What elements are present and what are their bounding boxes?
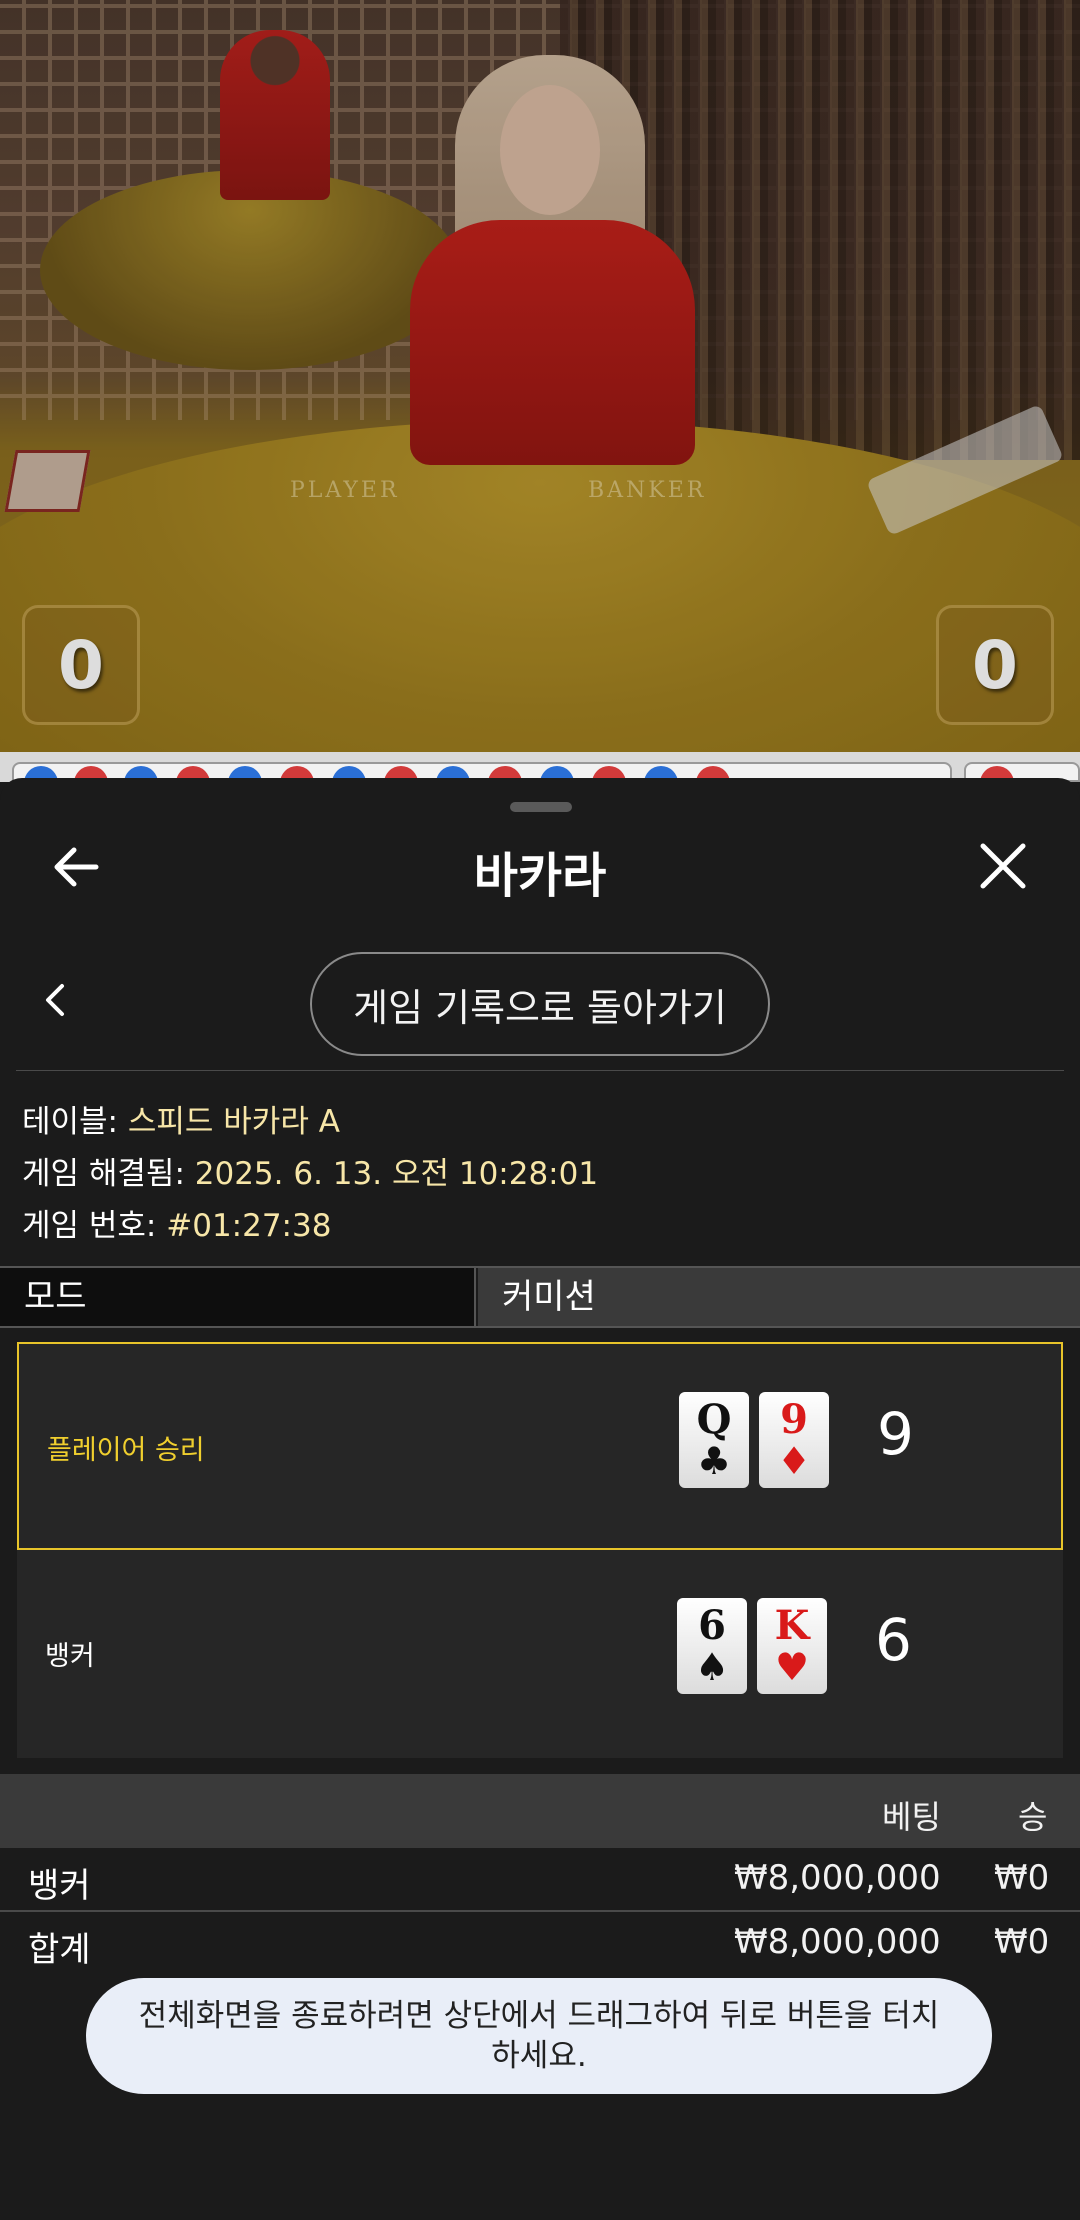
live-video: PLAYER BANKER 0 0 xyxy=(0,0,1080,752)
card-suit-icon: ♦ xyxy=(776,1438,812,1483)
total-win-amount: ₩0 xyxy=(994,1922,1050,1962)
player-score: 0 xyxy=(22,605,140,725)
info-resolved: 게임 해결됨: 2025. 6. 13. 오전 10:28:01 xyxy=(22,1148,598,1193)
playing-card: Q ♣ xyxy=(679,1392,749,1488)
back-to-history-button[interactable]: 게임 기록으로 돌아가기 xyxy=(310,952,770,1056)
card-suit-icon: ♣ xyxy=(696,1438,732,1483)
info-table-label: 테이블: xyxy=(22,1104,119,1140)
banker-score: 0 xyxy=(936,605,1054,725)
bet-amount: ₩8,000,000 xyxy=(734,1858,941,1898)
card-rank: K xyxy=(774,1602,810,1649)
total-bet-amount: ₩8,000,000 xyxy=(734,1922,941,1962)
hand-total: 9 xyxy=(877,1400,914,1468)
header-win: 승 xyxy=(1018,1798,1048,1836)
total-label: 합계 xyxy=(28,1930,91,1970)
info-table-value: 스피드 바카라 A xyxy=(127,1104,340,1140)
playing-card: 6 ♠ xyxy=(677,1598,747,1694)
win-amount: ₩0 xyxy=(994,1858,1050,1898)
result-label: 플레이어 승리 xyxy=(47,1435,205,1466)
card-group: Q ♣ 9 ♦ xyxy=(679,1392,829,1488)
result-label: 뱅커 xyxy=(45,1641,95,1672)
previous-button[interactable] xyxy=(34,978,78,1022)
playing-card: K ♥ xyxy=(757,1598,827,1694)
sheet-title: 바카라 xyxy=(473,848,607,904)
drag-handle[interactable] xyxy=(510,802,572,812)
card-rank: 9 xyxy=(780,1396,808,1443)
card-group: 6 ♠ K ♥ xyxy=(677,1598,827,1694)
card-rank: Q xyxy=(696,1396,732,1443)
table-row: 뱅커 ₩8,000,000 ₩0 xyxy=(0,1848,1080,1910)
result-banker: 뱅커 6 ♠ K ♥ 6 xyxy=(17,1550,1063,1758)
close-button[interactable] xyxy=(975,838,1031,894)
history-sheet: 바카라 게임 기록으로 돌아가기 테이블: 스피드 바카라 A 게임 해결됨: … xyxy=(0,778,1080,2220)
bets-table-header: 베팅 승 xyxy=(0,1774,1080,1848)
info-game-number: 게임 번호: #01:27:38 xyxy=(22,1200,331,1245)
close-icon xyxy=(980,843,1026,889)
table-total-row: 합계 ₩8,000,000 ₩0 xyxy=(0,1912,1080,1974)
fullscreen-toast: 전체화면을 종료하려면 상단에서 드래그하여 뒤로 버튼을 터치하세요. xyxy=(86,1978,992,2094)
result-player: 플레이어 승리 Q ♣ 9 ♦ 9 xyxy=(17,1342,1063,1550)
card-suit-icon: ♠ xyxy=(694,1644,730,1689)
header-bet: 베팅 xyxy=(882,1798,941,1836)
card-rank: 6 xyxy=(698,1602,726,1649)
info-game-number-value: #01:27:38 xyxy=(166,1208,332,1244)
mode-value: 커미션 xyxy=(478,1268,1080,1326)
bet-name: 뱅커 xyxy=(28,1866,91,1906)
hand-total: 6 xyxy=(875,1606,912,1674)
info-table: 테이블: 스피드 바카라 A xyxy=(22,1096,340,1141)
info-game-number-label: 게임 번호: xyxy=(22,1208,157,1244)
divider xyxy=(16,1070,1064,1071)
chevron-left-icon xyxy=(46,984,64,1016)
mode-label: 모드 xyxy=(0,1268,476,1326)
video-dim xyxy=(0,0,1080,752)
playing-card: 9 ♦ xyxy=(759,1392,829,1488)
info-resolved-value: 2025. 6. 13. 오전 10:28:01 xyxy=(194,1156,599,1192)
info-resolved-label: 게임 해결됨: xyxy=(22,1156,185,1192)
mode-row: 모드 커미션 xyxy=(0,1266,1080,1328)
card-suit-icon: ♥ xyxy=(774,1644,810,1689)
